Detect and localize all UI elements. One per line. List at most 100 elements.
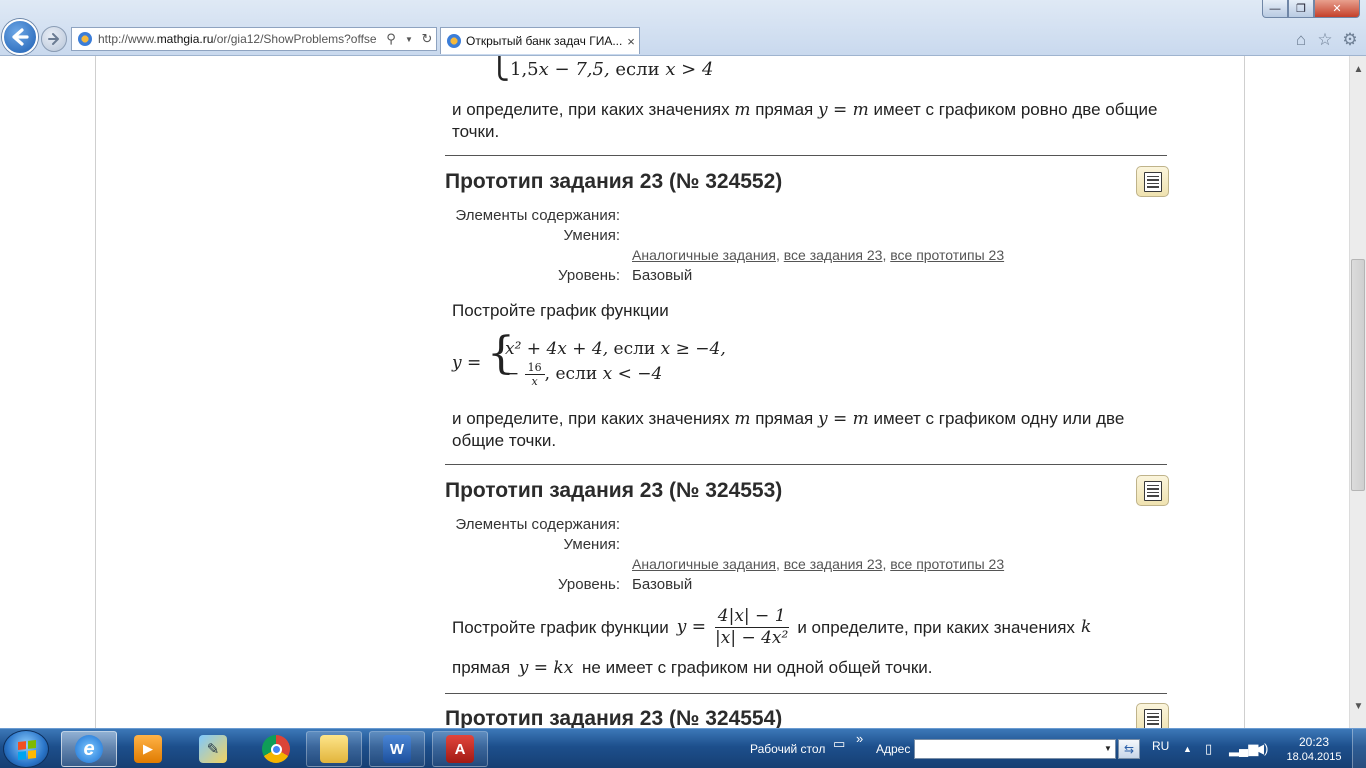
- search-icon[interactable]: ⚲: [382, 31, 400, 47]
- page-right-border: [1244, 56, 1245, 728]
- tab-title: Открытый банк задач ГИА...: [466, 34, 623, 48]
- home-icon[interactable]: ⌂: [1291, 30, 1311, 50]
- taskbar-chrome[interactable]: [248, 731, 304, 767]
- formula-case-1: x² + 4x + 4, если x ≥ −4,: [505, 339, 726, 359]
- problem-intro: Постройте график функции: [452, 301, 669, 320]
- elements-label: Элементы содержания:: [455, 516, 620, 533]
- back-button[interactable]: [2, 19, 38, 55]
- all-prototypes-link[interactable]: все прототипы 23: [890, 556, 1004, 572]
- address-go-icon[interactable]: ⇆: [1118, 739, 1140, 759]
- problem-question: прямая y = kx не имеет с графиком ни одн…: [452, 658, 933, 678]
- close-window-button[interactable]: ✕: [1314, 0, 1360, 18]
- fraction: 16 x: [524, 361, 545, 388]
- clock-time[interactable]: 20:23: [1297, 735, 1331, 749]
- refresh-icon[interactable]: ↻: [418, 31, 436, 47]
- scroll-down-arrow-icon[interactable]: ▼: [1350, 701, 1366, 718]
- all-tasks-link[interactable]: все задания 23: [784, 556, 883, 572]
- level-label: Уровень:: [558, 267, 620, 284]
- similar-tasks-link[interactable]: Аналогичные задания: [632, 247, 776, 263]
- page-viewport: ⎩ 1,5x − 7,5, если x > 4 и определите, п…: [0, 56, 1349, 728]
- problem-doc-button[interactable]: [1136, 475, 1169, 506]
- scroll-thumb[interactable]: [1351, 259, 1365, 491]
- taskbar-paint[interactable]: ✎: [185, 731, 241, 767]
- problems-column: ⎩ 1,5x − 7,5, если x > 4 и определите, п…: [411, 56, 1201, 728]
- address-bar[interactable]: http://www.mathgia.ru/or/gia12/ShowProbl…: [71, 27, 437, 51]
- address-toolbar-label: Адрес: [876, 742, 911, 756]
- problem-title: Прототип задания 23 (№ 324553): [445, 479, 783, 502]
- background-window-ghost: [470, 0, 670, 18]
- problem-links: Аналогичные задания, все задания 23, все…: [632, 247, 1005, 263]
- skills-label: Умения:: [563, 536, 620, 553]
- scroll-up-arrow-icon[interactable]: ▲: [1350, 64, 1366, 81]
- divider: [445, 693, 1167, 694]
- vertical-scrollbar[interactable]: ▲ ▼: [1349, 56, 1366, 728]
- similar-tasks-link[interactable]: Аналогичные задания: [632, 556, 776, 572]
- tab-close-icon[interactable]: ×: [623, 34, 639, 49]
- taskbar-media-player[interactable]: ▶: [120, 731, 176, 767]
- dropdown-icon[interactable]: ▼: [400, 35, 418, 44]
- internet-explorer-icon: e: [75, 735, 103, 763]
- page-left-border: [95, 56, 96, 728]
- site-favicon-icon: [78, 32, 92, 46]
- taskbar-word[interactable]: W: [369, 731, 425, 767]
- show-desktop-button[interactable]: [1352, 729, 1366, 768]
- fraction: 4|x| − 1 |x| − 4x²: [714, 606, 789, 648]
- paint-icon: ✎: [199, 735, 227, 763]
- all-prototypes-link[interactable]: все прототипы 23: [890, 247, 1004, 263]
- problem-question: и определите, при каких значениях m прям…: [452, 409, 1125, 450]
- show-hidden-icons-icon[interactable]: ▲: [1183, 744, 1192, 754]
- level-value: Базовый: [632, 267, 693, 284]
- document-icon: [1143, 708, 1162, 728]
- prev-brace: ⎩: [489, 56, 510, 81]
- skills-label: Умения:: [563, 227, 620, 244]
- language-indicator[interactable]: RU: [1152, 739, 1169, 753]
- divider: [445, 464, 1167, 465]
- favorites-star-icon[interactable]: ☆: [1315, 30, 1335, 50]
- tab-favicon-icon: [447, 34, 461, 48]
- chrome-icon: [262, 735, 290, 763]
- clock-date[interactable]: 18.04.2015: [1284, 751, 1344, 763]
- address-url[interactable]: http://www.mathgia.ru/or/gia12/ShowProbl…: [98, 32, 382, 46]
- desktop-icon[interactable]: ▭: [833, 736, 845, 752]
- formula-lhs: y =: [452, 353, 482, 373]
- volume-icon[interactable]: ◀): [1254, 741, 1268, 757]
- desktop-toolbar-label[interactable]: Рабочий стол: [750, 742, 825, 756]
- minimize-button[interactable]: —: [1262, 0, 1288, 18]
- taskbar-ie[interactable]: e: [61, 731, 117, 767]
- all-tasks-link[interactable]: все задания 23: [784, 247, 883, 263]
- forward-button[interactable]: [41, 26, 67, 52]
- divider: [445, 155, 1167, 156]
- problem-doc-button[interactable]: [1136, 166, 1169, 197]
- level-label: Уровень:: [558, 576, 620, 593]
- problem-statement: Постройте график функции y = 4|x| − 1 |x…: [452, 606, 1092, 648]
- browser-chrome: http://www.mathgia.ru/or/gia12/ShowProbl…: [0, 0, 1366, 56]
- windows-logo-icon: [18, 740, 36, 760]
- taskbar-explorer[interactable]: [306, 731, 362, 767]
- maximize-button[interactable]: ❐: [1288, 0, 1314, 18]
- prev-formula-case: 1,5x − 7,5, если x > 4: [510, 59, 714, 80]
- word-icon: W: [383, 735, 411, 763]
- document-icon: [1143, 171, 1162, 192]
- taskbar-acrobat[interactable]: A: [432, 731, 488, 767]
- address-dropdown-icon[interactable]: ▼: [1101, 740, 1115, 758]
- problem-doc-button[interactable]: [1136, 703, 1169, 728]
- level-value: Базовый: [632, 576, 693, 593]
- media-player-icon: ▶: [134, 735, 162, 763]
- toolbar-chevron-icon[interactable]: »: [856, 731, 863, 746]
- device-icon[interactable]: ▯: [1205, 741, 1212, 757]
- elements-label: Элементы содержания:: [455, 207, 620, 224]
- taskbar-address-input[interactable]: [914, 739, 1116, 759]
- browser-tab[interactable]: Открытый банк задач ГИА... ×: [440, 27, 640, 54]
- settings-gear-icon[interactable]: ⚙: [1340, 30, 1360, 50]
- formula-case-2: − 16 x , если x < −4: [505, 361, 663, 388]
- problem-title: Прототип задания 23 (№ 324552): [445, 170, 783, 193]
- forward-arrow-icon: [48, 33, 59, 45]
- start-button[interactable]: [3, 730, 49, 768]
- prev-question-text: и определите, при каких значениях m прям…: [452, 100, 1158, 141]
- problem-title: Прототип задания 23 (№ 324554): [445, 707, 783, 728]
- document-icon: [1143, 480, 1162, 501]
- back-arrow-icon: [12, 28, 29, 46]
- folder-icon: [320, 735, 348, 763]
- windows-taskbar: e ▶ ✎ W A Рабочий стол ▭ » Адрес ▼ ⇆ RU …: [0, 728, 1366, 768]
- acrobat-icon: A: [446, 735, 474, 763]
